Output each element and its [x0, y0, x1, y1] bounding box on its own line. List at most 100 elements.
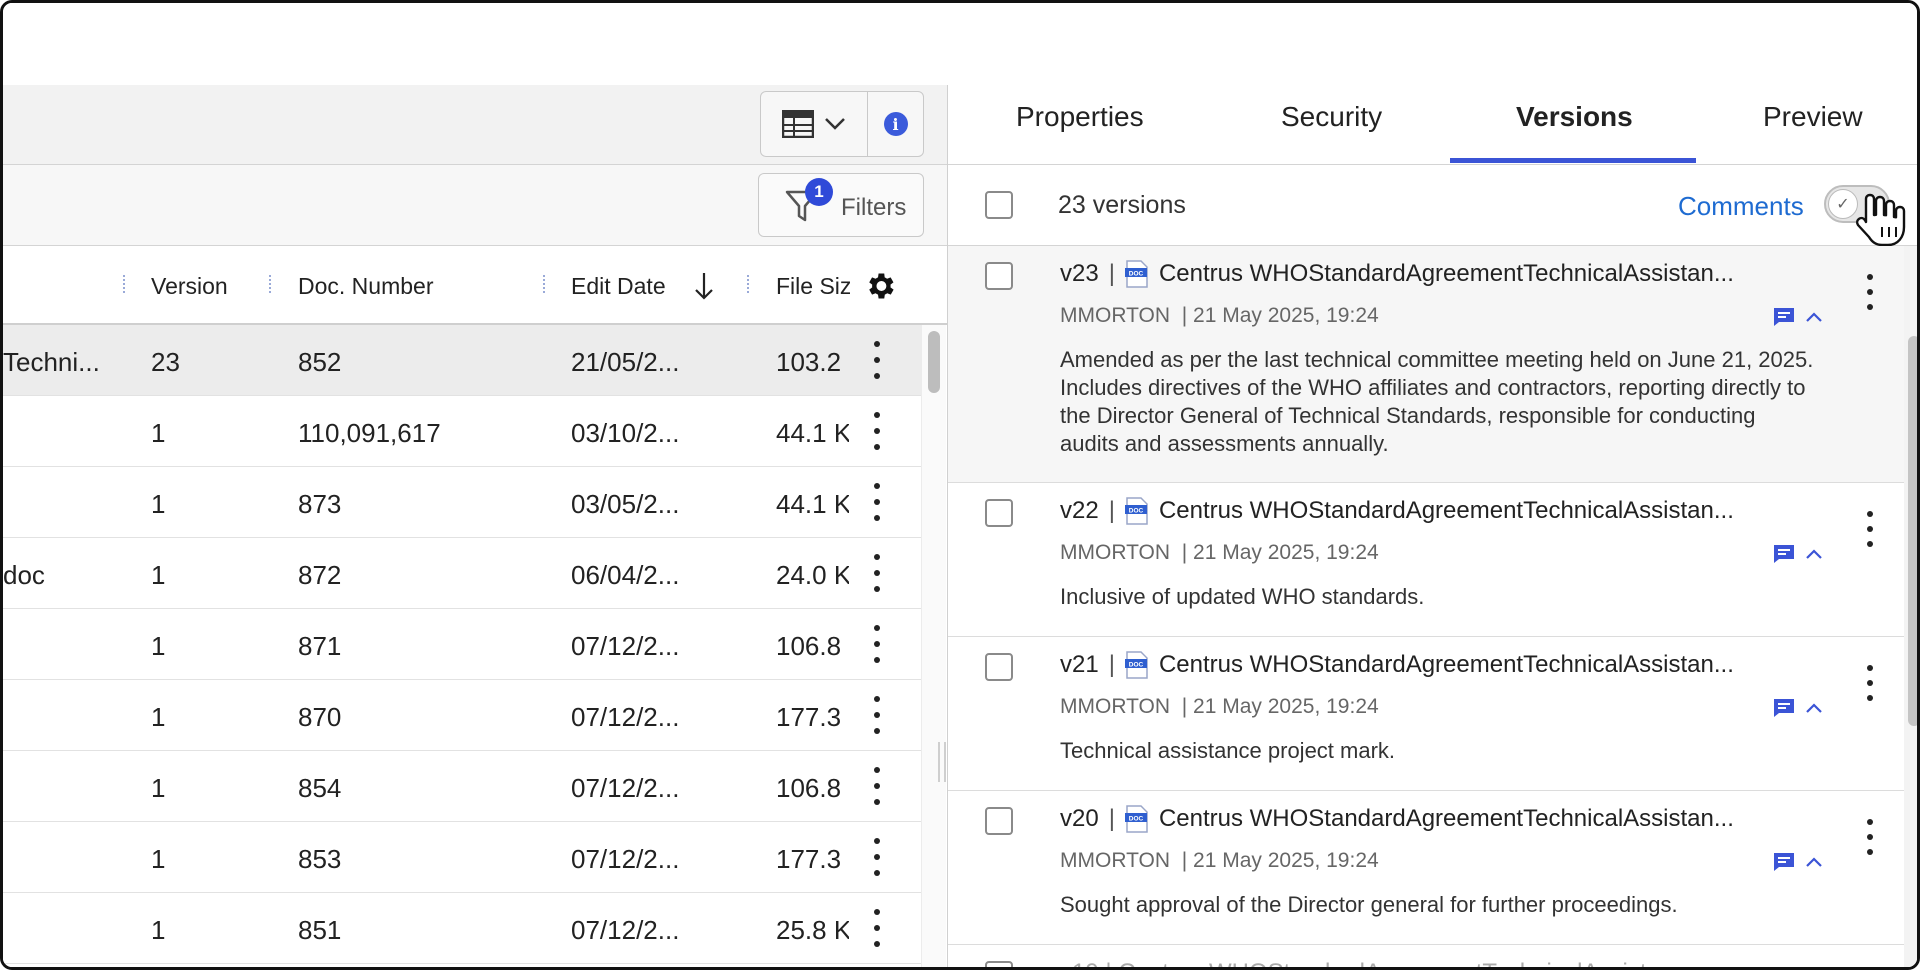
pane-resize-handle[interactable]: [938, 742, 946, 782]
tab-preview[interactable]: Preview: [1763, 101, 1863, 133]
comment-icon[interactable]: [1772, 543, 1796, 565]
chevron-up-icon[interactable]: [1804, 547, 1824, 561]
table-row[interactable]: 1 851 07/12/2... 25.8 K: [3, 893, 921, 964]
cell-version: 23: [151, 347, 180, 377]
table-row[interactable]: 1 870 07/12/2... 177.3: [3, 680, 921, 751]
tab-versions[interactable]: Versions: [1516, 101, 1633, 133]
version-item[interactable]: v22 | DOC Centrus WHOStandardAgreementTe…: [948, 483, 1904, 637]
column-separator[interactable]: [747, 275, 752, 293]
row-menu-icon[interactable]: [865, 483, 889, 521]
cell-file-size: 44.1 K: [776, 418, 849, 448]
version-menu-icon[interactable]: [1858, 274, 1882, 310]
version-checkbox[interactable]: [985, 262, 1013, 290]
version-checkbox[interactable]: [985, 653, 1013, 681]
row-menu-icon[interactable]: [865, 838, 889, 876]
column-header-edit-date[interactable]: Edit Date: [571, 273, 666, 300]
version-title[interactable]: v21 | DOC Centrus WHOStandardAgreementTe…: [1060, 651, 1734, 679]
version-checkbox[interactable]: [985, 961, 1013, 967]
version-checkbox[interactable]: [985, 499, 1013, 527]
comment-icon[interactable]: [1772, 851, 1796, 873]
column-header-file-size[interactable]: File Siz: [776, 273, 850, 300]
row-menu-icon[interactable]: [865, 554, 889, 592]
table-row[interactable]: 1 873 03/05/2... 44.1 K: [3, 467, 921, 538]
versions-list: v23 | DOC Centrus WHOStandardAgreementTe…: [948, 246, 1904, 967]
version-comment: Inclusive of updated WHO standards.: [1060, 584, 1425, 609]
version-user: MMORTON: [1060, 304, 1171, 327]
chevron-up-icon[interactable]: [1804, 855, 1824, 869]
table-body: Techni... 23 852 21/05/2... 103.2 1 110,…: [3, 325, 921, 964]
version-menu-icon[interactable]: [1858, 819, 1882, 855]
filters-button[interactable]: 1 Filters: [758, 173, 924, 237]
meta-separator: |: [1181, 304, 1188, 327]
version-menu-icon[interactable]: [1858, 511, 1882, 547]
table-scrollbar[interactable]: [921, 325, 946, 967]
version-comment: Sought approval of the Director general …: [1060, 892, 1678, 917]
version-comment-controls: [1772, 543, 1824, 565]
row-menu-icon[interactable]: [865, 767, 889, 805]
version-item[interactable]: v19 | Centrus WHOStandardAgreementTechni…: [948, 945, 1904, 967]
doc-icon-label: DOC: [1129, 816, 1144, 823]
version-user: MMORTON: [1060, 849, 1171, 872]
meta-separator: |: [1181, 541, 1188, 564]
versions-scrollbar-thumb[interactable]: [1908, 336, 1917, 726]
table-row[interactable]: 1 871 07/12/2... 106.8: [3, 609, 921, 680]
row-menu-icon[interactable]: [865, 412, 889, 450]
column-separator[interactable]: [123, 275, 128, 293]
version-user: MMORTON: [1060, 695, 1171, 718]
row-menu-icon[interactable]: [865, 341, 889, 379]
doc-icon-label: DOC: [1129, 508, 1144, 515]
app-window: i 1 Filters Version Doc. Number Edit Dat…: [0, 0, 1920, 970]
cell-file-size: 177.3: [776, 702, 842, 732]
version-menu-icon[interactable]: [1858, 665, 1882, 701]
gear-icon[interactable]: [863, 269, 897, 303]
table-scrollbar-thumb[interactable]: [928, 331, 940, 393]
table-row[interactable]: Techni... 23 852 21/05/2... 103.2: [3, 325, 921, 396]
row-menu-icon[interactable]: [865, 696, 889, 734]
column-header-version[interactable]: Version: [151, 273, 228, 300]
version-title[interactable]: v20 | DOC Centrus WHOStandardAgreementTe…: [1060, 805, 1734, 833]
tab-properties[interactable]: Properties: [1016, 101, 1144, 133]
version-meta: MMORTON | 21 May 2025, 19:24: [1060, 849, 1379, 873]
cell-edit-date: 21/05/2...: [571, 347, 680, 377]
version-item[interactable]: v21 | DOC Centrus WHOStandardAgreementTe…: [948, 637, 1904, 791]
view-switcher-button[interactable]: [761, 92, 868, 156]
version-date: 21 May 2025, 19:24: [1193, 849, 1379, 872]
arrow-down-icon[interactable]: [693, 271, 715, 301]
table-row[interactable]: 1 110,091,617 03/10/2... 44.1 K: [3, 396, 921, 467]
tab-security[interactable]: Security: [1281, 101, 1382, 133]
chevron-up-icon[interactable]: [1804, 701, 1824, 715]
select-all-checkbox[interactable]: [985, 191, 1013, 219]
chevron-up-icon[interactable]: [1804, 310, 1824, 324]
version-title[interactable]: v22 | DOC Centrus WHOStandardAgreementTe…: [1060, 497, 1734, 525]
comments-toggle-label[interactable]: Comments: [1678, 191, 1804, 222]
row-menu-icon[interactable]: [865, 625, 889, 663]
version-item[interactable]: v20 | DOC Centrus WHOStandardAgreementTe…: [948, 791, 1904, 945]
column-header-doc-number[interactable]: Doc. Number: [298, 273, 433, 300]
doc-file-icon: DOC: [1124, 805, 1148, 833]
hand-cursor-icon: [1855, 193, 1906, 247]
cell-edit-date: 07/12/2...: [571, 915, 680, 945]
table-row[interactable]: 1 854 07/12/2... 106.8: [3, 751, 921, 822]
comment-icon[interactable]: [1772, 306, 1796, 328]
comment-icon[interactable]: [1772, 697, 1796, 719]
version-item[interactable]: v23 | DOC Centrus WHOStandardAgreementTe…: [948, 246, 1904, 483]
table-row[interactable]: 1 853 07/12/2... 177.3: [3, 822, 921, 893]
column-separator[interactable]: [543, 275, 548, 293]
cell-version: 1: [151, 560, 166, 590]
version-file-name: Centrus WHOStandardAgreementTechnicalAss…: [1158, 260, 1734, 287]
version-number: v23: [1060, 260, 1099, 287]
version-title[interactable]: v23 | DOC Centrus WHOStandardAgreementTe…: [1060, 260, 1734, 288]
cell-version: 1: [151, 915, 166, 945]
version-checkbox[interactable]: [985, 807, 1013, 835]
info-button[interactable]: i: [868, 92, 923, 156]
version-comment-controls: [1772, 306, 1824, 328]
cell-edit-date: 07/12/2...: [571, 702, 680, 732]
column-separator[interactable]: [269, 275, 274, 293]
row-menu-icon[interactable]: [865, 909, 889, 947]
versions-scrollbar[interactable]: [1904, 246, 1917, 967]
cell-version: 1: [151, 489, 166, 519]
table-row[interactable]: doc 1 872 06/04/2... 24.0 K: [3, 538, 921, 609]
cell-edit-date: 03/10/2...: [571, 418, 680, 448]
version-title[interactable]: v19 | Centrus WHOStandardAgreementTechni…: [1060, 959, 1693, 967]
view-controls: i: [760, 91, 924, 157]
